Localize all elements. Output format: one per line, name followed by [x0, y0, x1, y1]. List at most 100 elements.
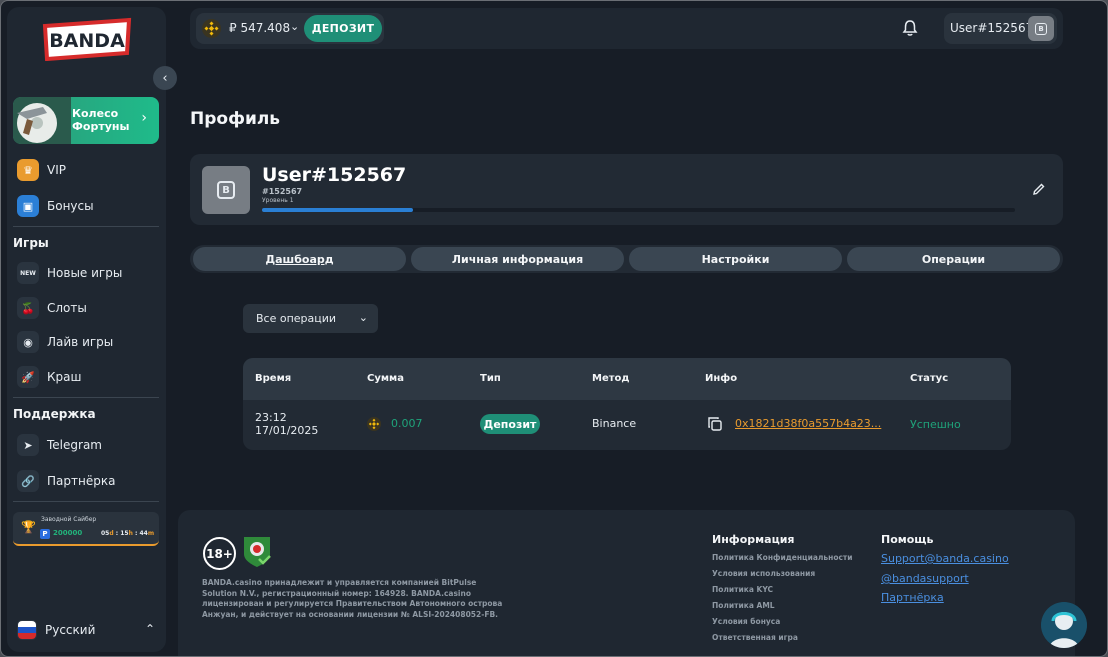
column-header: Инфо: [705, 373, 738, 384]
footer-link-partners[interactable]: Партнёрка: [881, 591, 944, 604]
user-badge-icon: B: [1035, 22, 1047, 35]
bnb-coin-icon: [367, 417, 381, 431]
sidebar-item-new-games[interactable]: NEW Новые игры: [17, 260, 157, 286]
sidebar-item-label: Telegram: [47, 438, 102, 452]
browser-window: BANDA Колесо Фортуны › ♛ VIP ▣ Бонусы Иг…: [0, 0, 1108, 657]
chevron-right-icon: ›: [141, 110, 147, 126]
footer-link-telegram-support[interactable]: @bandasupport: [881, 572, 969, 585]
bnb-coin-icon: [202, 19, 221, 38]
sidebar-item-partners[interactable]: 🔗 Партнёрка: [17, 468, 157, 494]
tab-settings[interactable]: Настройки: [629, 247, 842, 271]
help-column-title: Помощь: [881, 533, 934, 546]
edit-pencil-icon[interactable]: [1031, 181, 1047, 197]
tab-personal-info[interactable]: Личная информация: [411, 247, 624, 271]
filter-value: Все операции: [256, 312, 337, 325]
row-status: Успешно: [910, 418, 961, 431]
column-header: Сумма: [367, 373, 404, 384]
sidebar: BANDA Колесо Фортуны › ♛ VIP ▣ Бонусы Иг…: [7, 7, 166, 652]
sidebar-item-label: Партнёрка: [47, 474, 116, 488]
column-header: Статус: [910, 373, 949, 384]
support-agent-icon: [1041, 602, 1087, 648]
profile-name: User#152567: [262, 164, 407, 186]
language-label: Русский: [45, 623, 96, 637]
logo-text: BANDA: [49, 30, 125, 52]
sidebar-item-label: VIP: [47, 163, 66, 177]
banda-logo[interactable]: BANDA: [41, 17, 133, 61]
sidebar-item-crash[interactable]: 🚀 Краш: [17, 364, 157, 390]
sidebar-item-label: Слоты: [47, 301, 87, 315]
operations-table: Время Сумма Тип Метод Инфо Статус 23:12 …: [243, 358, 1011, 450]
crown-icon: ♛: [17, 159, 39, 181]
footer: 18+ BANDA.casino принадлежит и управляет…: [178, 510, 1075, 656]
support-chat-button[interactable]: [1041, 602, 1087, 648]
wheel-of-fortune-banner[interactable]: Колесо Фортуны ›: [13, 97, 159, 144]
user-menu[interactable]: User#152567 B: [944, 13, 1057, 44]
info-column-title: Информация: [712, 533, 795, 546]
table-header: Время Сумма Тип Метод Инфо Статус: [243, 358, 1011, 400]
divider: [13, 397, 159, 398]
footer-link-support-email[interactable]: Support@banda.casino: [881, 552, 1009, 565]
sidebar-item-telegram[interactable]: ➤ Telegram: [17, 432, 157, 458]
profile-level: Уровень 1: [262, 197, 294, 204]
promo-timer: 05d : 15h : 44m: [101, 530, 155, 537]
sidebar-item-label: Новые игры: [47, 266, 123, 280]
sidebar-item-vip[interactable]: ♛ VIP: [17, 157, 157, 183]
chevron-up-icon: ⌃: [144, 622, 155, 636]
chevron-down-icon: ⌄: [358, 311, 368, 324]
balance-value: ₽ 547.408: [229, 21, 291, 35]
trophy-icon: 🏆: [21, 520, 36, 534]
bell-icon[interactable]: [901, 19, 919, 37]
tab-operations[interactable]: Операции: [847, 247, 1060, 271]
promo-title: Заводной Сайбер: [41, 516, 97, 523]
balance-widget[interactable]: ₽ 547.408 ⌄ Депозит: [196, 13, 384, 44]
chevron-down-icon[interactable]: ⌄: [290, 20, 299, 33]
profile-id: #152567: [262, 187, 303, 196]
new-icon: NEW: [17, 262, 39, 284]
divider: [13, 226, 159, 227]
sidebar-item-label: Лайв игры: [47, 335, 114, 349]
user-badge-icon: B: [217, 181, 235, 199]
sidebar-item-bonuses[interactable]: ▣ Бонусы: [17, 193, 157, 219]
footer-link-aml[interactable]: Политика AML: [712, 601, 775, 610]
footer-link-bonus-terms[interactable]: Условия бонуса: [712, 617, 780, 626]
level-progress-bar: [262, 208, 1015, 212]
operations-filter-select[interactable]: Все операции ⌄: [243, 304, 378, 333]
footer-link-responsible-gaming[interactable]: Ответственная игра: [712, 633, 798, 642]
row-method: Binance: [592, 417, 637, 430]
sidebar-item-label: Бонусы: [47, 199, 94, 213]
sidebar-item-label: Краш: [47, 370, 82, 384]
wheel-label: Колесо Фортуны: [72, 107, 130, 133]
column-header: Время: [255, 373, 292, 384]
language-selector[interactable]: Русский ⌃: [17, 619, 157, 641]
russia-flag-icon: [17, 620, 37, 640]
rocket-icon: 🚀: [17, 366, 39, 388]
top-bar: ₽ 547.408 ⌄ Депозит User#152567 B: [190, 8, 1063, 49]
row-type-badge: Депозит: [480, 414, 540, 434]
row-amount: 0.007: [391, 417, 423, 430]
sidebar-item-slots[interactable]: 🍒 Слоты: [17, 295, 157, 321]
footer-link-kyc[interactable]: Политика KYC: [712, 585, 773, 594]
profile-tabs: Дашбоард Личная информация Настройки Опе…: [190, 245, 1063, 273]
license-shield-icon[interactable]: [241, 534, 273, 568]
wheel-revolver-icon: [13, 97, 71, 144]
avatar: B: [1028, 16, 1054, 41]
tournament-promo[interactable]: 🏆 Заводной Сайбер P 200000 05d : 15h : 4…: [13, 512, 159, 546]
link-icon: 🔗: [17, 470, 39, 492]
row-time: 23:12 17/01/2025: [255, 411, 319, 437]
page-title: Профиль: [190, 109, 281, 129]
deposit-button[interactable]: Депозит: [304, 15, 382, 42]
collapse-sidebar-button[interactable]: ‹: [153, 66, 177, 90]
column-header: Метод: [592, 373, 630, 384]
footer-link-privacy[interactable]: Политика Конфиденциальности: [712, 553, 853, 562]
column-header: Тип: [480, 373, 501, 384]
promo-points: 200000: [53, 529, 83, 537]
footer-link-terms[interactable]: Условия использования: [712, 569, 815, 578]
copy-icon[interactable]: [707, 416, 723, 432]
row-tx-hash-link[interactable]: 0x1821d38f0a557b4a23...: [735, 417, 881, 430]
gift-icon: ▣: [17, 195, 39, 217]
tab-dashboard[interactable]: Дашбоард: [193, 247, 406, 271]
slots-icon: 🍒: [17, 297, 39, 319]
live-broadcast-icon: ◉: [17, 331, 39, 353]
sidebar-item-live-games[interactable]: ◉ Лайв игры: [17, 329, 157, 355]
profile-card: B User#152567 #152567 Уровень 1: [190, 154, 1063, 225]
